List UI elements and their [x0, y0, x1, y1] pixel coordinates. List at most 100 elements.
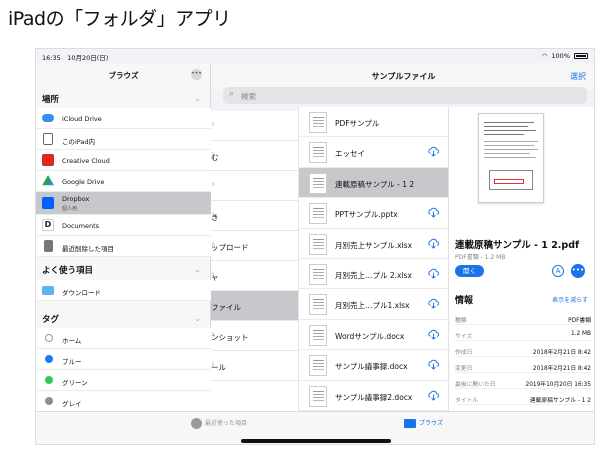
cloud-download-icon[interactable] [427, 207, 440, 218]
file-row[interactable]: Wordサンプル.docx [299, 320, 448, 351]
dropbox-icon [42, 197, 54, 209]
file-thumbnail-icon [309, 203, 327, 225]
info-value: 2018年2月21日 8:42 [532, 366, 591, 372]
show-less-link[interactable]: 表示を減らす [552, 295, 588, 304]
file-row[interactable]: 月別売上…プル 2.xlsx [299, 259, 448, 290]
folder-column: › む › › き › ップロード › ャ › ファイル › ンショット › ール › [211, 111, 298, 411]
battery-percent: 100% [551, 52, 570, 60]
file-row[interactable]: サンプル議事録.docx [299, 350, 448, 381]
file-row[interactable]: 月別売上…プル1.xlsx [299, 289, 448, 320]
sidebar-item-google-drive[interactable]: Google Drive [36, 171, 211, 192]
clock-icon [191, 418, 202, 429]
sidebar-item-downloads[interactable]: ダウンロード [36, 280, 211, 301]
folder-row[interactable]: む › [211, 141, 298, 171]
folder-row[interactable]: き › [211, 201, 298, 231]
favorites-heading[interactable]: よく使う項目 [42, 264, 93, 276]
info-key: タイトル [455, 398, 479, 404]
sidebar-item-recently-deleted[interactable]: 最近削除した項目 [36, 236, 211, 257]
file-thumbnail-icon [309, 172, 327, 194]
folder-row[interactable]: ップロード › [211, 231, 298, 261]
info-key: 最後に開いた日 [455, 382, 496, 388]
file-name: エッセイ [335, 149, 365, 159]
file-row[interactable]: 月別売上サンプル.xlsx [299, 229, 448, 259]
file-row[interactable]: サンプル議事録2.docx [299, 381, 448, 411]
file-name: Wordサンプル.docx [335, 331, 405, 341]
sidebar-item-tag-gray[interactable]: グレイ [36, 391, 211, 412]
info-heading: 情報 [455, 296, 474, 306]
chevron-down-icon[interactable]: ⌄ [194, 94, 201, 103]
file-thumbnail-icon [309, 355, 327, 377]
folder-row[interactable]: › [211, 111, 298, 141]
info-row: 種類 PDF書類 [455, 310, 591, 325]
chevron-down-icon[interactable]: ⌄ [194, 265, 201, 274]
file-name: 連載原稿サンプル - 1 2.pdf [455, 240, 580, 251]
sidebar-item-dropbox[interactable]: Dropbox 個人用 [36, 192, 211, 215]
ipad-icon [43, 133, 53, 145]
tab-recents[interactable]: 最近使った項目 [191, 418, 247, 429]
info-row: サイズ 1.2 MB [455, 326, 591, 341]
sidebar-title: ブラウズ [108, 71, 139, 80]
chevron-right-icon: › [211, 209, 215, 220]
info-value: 2018年2月21日 8:42 [532, 350, 591, 356]
ipad-screen: 16:35 10月20日(日) ◠ 100% サンプルファイル 選択 ⌕ 検索 … [35, 48, 595, 445]
chevron-down-icon[interactable]: ⌄ [194, 314, 201, 323]
info-value: 1.2 MB [570, 331, 591, 337]
file-name: PDFサンプル [335, 119, 380, 128]
open-button[interactable]: 開く [455, 265, 484, 277]
locations-heading[interactable]: 場所 [42, 93, 59, 105]
sidebar-item-tag-blue[interactable]: ブルー [36, 349, 211, 370]
sidebar-item-this-ipad[interactable]: このiPad内 [36, 129, 211, 150]
sidebar-item-tag-green[interactable]: グリーン [36, 370, 211, 391]
cloud-icon [42, 114, 54, 122]
cloud-download-icon[interactable] [427, 390, 440, 401]
info-row: 作成日 2018年2月21日 8:42 [455, 342, 591, 357]
file-thumbnail-icon [309, 263, 327, 285]
folder-row[interactable]: ール › [211, 351, 298, 381]
sidebar-item-documents[interactable]: D Documents [36, 215, 211, 236]
markup-icon[interactable]: A [552, 265, 564, 277]
documents-icon: D [42, 219, 54, 231]
folder-icon [404, 419, 416, 428]
chevron-right-icon: › [211, 239, 215, 250]
folder-row-selected[interactable]: ファイル › [211, 291, 298, 321]
home-indicator[interactable] [241, 439, 391, 443]
folder-row[interactable]: ャ › [211, 261, 298, 291]
chevron-right-icon: › [211, 329, 215, 340]
select-button[interactable]: 選択 [570, 71, 586, 82]
tab-browse[interactable]: ブラウズ [404, 418, 443, 428]
cloud-download-icon[interactable] [427, 359, 440, 370]
search-placeholder: 検索 [241, 92, 256, 101]
info-key: 変更日 [455, 366, 473, 372]
ellipsis-icon[interactable]: ••• [191, 69, 202, 80]
cloud-download-icon[interactable] [427, 329, 440, 340]
sidebar: ブラウズ ••• 場所 ⌄ iCloud Drive このiPad内 Creat… [36, 63, 211, 412]
google-drive-icon [42, 175, 54, 186]
folder-row[interactable]: ンショット › [211, 321, 298, 351]
cloud-download-icon[interactable] [427, 298, 440, 310]
cloud-download-icon[interactable] [427, 238, 440, 249]
info-key: サイズ [455, 334, 473, 340]
file-thumbnail-icon [309, 142, 327, 164]
cloud-download-icon[interactable] [427, 268, 440, 279]
tags-heading[interactable]: タグ [42, 313, 59, 325]
sidebar-item-tag-home[interactable]: ホーム [36, 328, 211, 349]
file-row[interactable]: 連載原稿サンプル - 1 2 [299, 167, 448, 199]
folder-row[interactable]: › [211, 171, 298, 201]
tag-dot-icon [45, 376, 53, 384]
more-icon[interactable]: ••• [571, 264, 585, 278]
search-input[interactable]: ⌕ 検索 [223, 87, 587, 104]
file-thumbnail-icon [309, 233, 327, 255]
pdf-preview-thumbnail[interactable] [478, 113, 544, 203]
sidebar-item-creative-cloud[interactable]: Creative Cloud [36, 150, 211, 171]
sidebar-item-icloud-drive[interactable]: iCloud Drive [36, 108, 211, 129]
file-name: PPTサンプル.pptx [335, 210, 398, 220]
cloud-download-icon[interactable] [427, 146, 440, 158]
tab-bar: 最近使った項目 ブラウズ [36, 411, 594, 444]
file-row[interactable]: PDFサンプル [299, 107, 448, 138]
chevron-right-icon: › [211, 359, 215, 370]
file-row[interactable]: エッセイ [299, 137, 448, 168]
file-list: PDFサンプル エッセイ連載原稿サンプル - 1 2 PPTサンプル.pptx 月別売… [298, 107, 448, 411]
info-key: 種類 [455, 318, 467, 324]
folder-icon [42, 286, 54, 295]
file-row[interactable]: PPTサンプル.pptx [299, 198, 448, 229]
